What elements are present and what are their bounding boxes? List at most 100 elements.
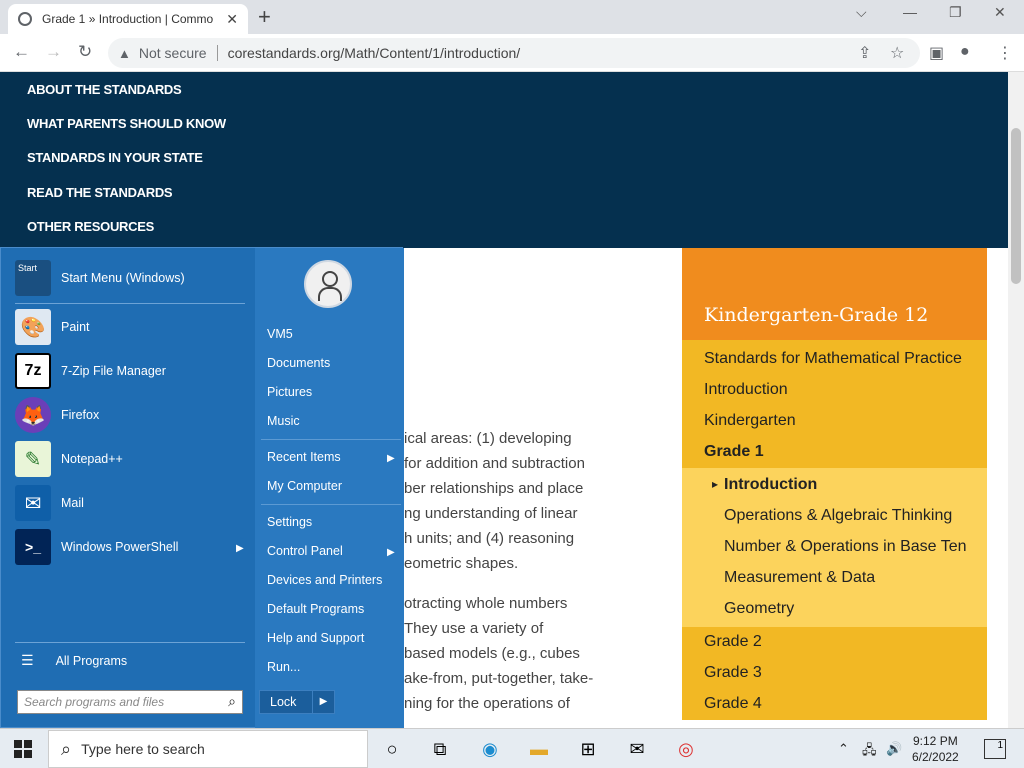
notification-center-icon[interactable]: 1: [984, 739, 1006, 759]
sidebar-sub-base-ten[interactable]: Number & Operations in Base Ten: [682, 532, 987, 563]
program-notepadpp[interactable]: ✎ Notepad++: [15, 441, 123, 477]
share-icon[interactable]: ⇪: [858, 43, 871, 63]
nav-read-standards[interactable]: READ THE STANDARDS: [27, 185, 173, 200]
reload-icon[interactable]: ↻: [78, 42, 92, 62]
back-icon[interactable]: ←: [13, 42, 30, 62]
sidebar-link-grade4[interactable]: Grade 4: [682, 689, 987, 720]
nav-about-standards[interactable]: ABOUT THE STANDARDS: [27, 82, 182, 97]
program-mail[interactable]: ✉ Mail: [15, 485, 84, 521]
place-music[interactable]: Music: [267, 414, 300, 428]
taskbar-search-box[interactable]: ⌕ Type here to search: [48, 730, 368, 768]
program-search-input[interactable]: Search programs and files ⌕: [17, 690, 243, 714]
edge-icon[interactable]: ◉: [478, 737, 502, 761]
new-tab-button[interactable]: +: [258, 4, 271, 30]
text-line: ake-from, put-together, take-: [404, 670, 594, 687]
place-run[interactable]: Run...: [267, 660, 300, 674]
network-icon[interactable]: 🖧: [862, 741, 877, 763]
divider: [15, 303, 245, 304]
text-line: otracting whole numbers: [404, 595, 568, 612]
forward-icon[interactable]: →: [45, 42, 62, 62]
sidebar-sub-geometry[interactable]: Geometry: [682, 594, 987, 625]
address-bar[interactable]: ▲ Not secure corestandards.org/Math/Cont…: [108, 38, 920, 68]
divider: [261, 504, 401, 505]
paint-icon: 🎨: [15, 309, 51, 345]
program-firefox[interactable]: 🦊 Firefox: [15, 397, 99, 433]
tab-strip: Grade 1 » Introduction | Commo ✕ + ⌵ — ❐…: [0, 0, 1024, 34]
sidebar-link-grade2[interactable]: Grade 2: [682, 627, 987, 658]
not-secure-label[interactable]: Not secure: [139, 45, 207, 61]
submenu-arrow-icon[interactable]: ▶: [387, 453, 395, 464]
text-line: ber relationships and place: [404, 480, 584, 497]
place-documents[interactable]: Documents: [267, 356, 330, 370]
program-label: Notepad++: [61, 452, 123, 466]
start-menu-programs: Start Start Menu (Windows) 🎨 Paint 7z 7-…: [1, 248, 255, 729]
sidebar-link-introduction[interactable]: Introduction: [682, 375, 987, 406]
powershell-icon: >_: [15, 529, 51, 565]
profile-icon[interactable]: ●: [960, 43, 970, 61]
minimize-button[interactable]: —: [903, 4, 917, 20]
firefox-icon: 🦊: [15, 397, 51, 433]
place-settings[interactable]: Settings: [267, 515, 312, 529]
user-avatar-icon[interactable]: [304, 260, 352, 308]
bookmark-star-icon[interactable]: ☆: [890, 43, 904, 63]
sidebar-sub-introduction[interactable]: Introduction: [682, 470, 987, 501]
lock-button[interactable]: Lock ▶: [259, 690, 335, 714]
file-explorer-icon[interactable]: ▬: [527, 737, 551, 761]
place-devices-printers[interactable]: Devices and Printers: [267, 573, 382, 587]
program-paint[interactable]: 🎨 Paint: [15, 309, 90, 345]
sidebar-sub-measurement[interactable]: Measurement & Data: [682, 563, 987, 594]
submenu-arrow-icon[interactable]: ▶: [387, 547, 395, 558]
chrome-icon[interactable]: ◎: [674, 737, 698, 761]
sidebar-links: Standards for Mathematical Practice Intr…: [682, 340, 987, 720]
program-7zip[interactable]: 7z 7-Zip File Manager: [15, 353, 166, 389]
submenu-arrow-icon[interactable]: ▶: [236, 543, 244, 554]
program-powershell[interactable]: >_ Windows PowerShell: [15, 529, 178, 565]
sidebar-link-grade1[interactable]: Grade 1: [682, 437, 987, 468]
sidebar-sub-algebraic[interactable]: Operations & Algebraic Thinking: [682, 501, 987, 532]
start-menu-icon: Start: [15, 260, 51, 296]
restore-button[interactable]: ❐: [949, 4, 962, 21]
place-default-programs[interactable]: Default Programs: [267, 602, 364, 616]
windows-start-icon[interactable]: [14, 740, 32, 758]
mail-icon: ✉: [15, 485, 51, 521]
store-icon[interactable]: ⊞: [576, 737, 600, 761]
sidebar-link-grade3[interactable]: Grade 3: [682, 658, 987, 689]
tray-chevron-icon[interactable]: ⌃: [838, 741, 849, 757]
place-control-panel[interactable]: Control Panel: [267, 544, 343, 558]
browser-tab[interactable]: Grade 1 » Introduction | Commo ✕: [8, 4, 248, 34]
all-programs-button[interactable]: ☰ All Programs: [15, 652, 127, 669]
program-start-menu[interactable]: Start Start Menu (Windows): [15, 260, 185, 296]
task-view-icon[interactable]: ⧉: [428, 737, 452, 761]
cortana-icon[interactable]: ○: [380, 737, 404, 761]
side-panel-icon[interactable]: ▣: [929, 43, 944, 63]
close-tab-icon[interactable]: ✕: [226, 11, 238, 28]
place-vm5[interactable]: VM5: [267, 327, 293, 341]
search-icon[interactable]: ⌕: [228, 693, 236, 710]
page-scrollbar[interactable]: [1008, 72, 1024, 728]
mail-taskbar-icon[interactable]: ✉: [625, 737, 649, 761]
place-my-computer[interactable]: My Computer: [267, 479, 342, 493]
notepadpp-icon: ✎: [15, 441, 51, 477]
warning-icon[interactable]: ▲: [118, 46, 131, 61]
nav-parents[interactable]: WHAT PARENTS SHOULD KNOW: [27, 116, 226, 131]
menu-icon[interactable]: ⋮: [997, 43, 1013, 63]
place-help-support[interactable]: Help and Support: [267, 631, 364, 645]
text-line: based models (e.g., cubes: [404, 645, 580, 662]
volume-icon[interactable]: 🔊: [886, 741, 902, 757]
place-recent-items[interactable]: Recent Items: [267, 450, 341, 464]
nav-other-resources[interactable]: OTHER RESOURCES: [27, 219, 154, 234]
sidebar-link-practice[interactable]: Standards for Mathematical Practice: [682, 344, 987, 375]
place-pictures[interactable]: Pictures: [267, 385, 312, 399]
paragraph-2: otracting whole numbers They use a varie…: [404, 591, 674, 716]
tab-search-icon[interactable]: ⌵: [856, 4, 867, 21]
scrollbar-thumb[interactable]: [1011, 128, 1021, 284]
sidebar-link-kindergarten[interactable]: Kindergarten: [682, 406, 987, 437]
close-window-button[interactable]: ✕: [994, 4, 1006, 21]
nav-standards-state[interactable]: STANDARDS IN YOUR STATE: [27, 150, 203, 165]
program-label: Mail: [61, 496, 84, 510]
program-label: Start Menu (Windows): [61, 271, 185, 285]
url-text[interactable]: corestandards.org/Math/Content/1/introdu…: [228, 45, 521, 61]
grade1-subsections: Introduction Operations & Algebraic Thin…: [682, 468, 987, 627]
system-clock[interactable]: 9:12 PM 6/2/2022: [912, 733, 959, 765]
lock-options-arrow-icon[interactable]: ▶: [312, 691, 334, 713]
